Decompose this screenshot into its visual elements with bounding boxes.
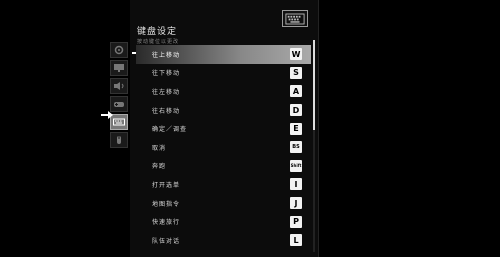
key-cap[interactable]: Shift: [290, 159, 302, 172]
binding-label: 往左移动: [152, 88, 181, 96]
gear-icon[interactable]: [110, 42, 128, 58]
key-binding-row[interactable]: 奔跑 Shift: [136, 157, 311, 176]
keyboard-icon: [282, 10, 308, 27]
key-cap[interactable]: S: [290, 66, 302, 79]
key-binding-row[interactable]: 队伍对话 L: [136, 231, 311, 250]
binding-label: 打开选单: [152, 181, 181, 189]
key-binding-row[interactable]: 往右移动 D: [136, 101, 311, 120]
page-subtitle: 按动键位以更改: [137, 39, 180, 45]
key-cap[interactable]: E: [290, 122, 302, 135]
key-binding-row[interactable]: 往下移动 S: [136, 64, 311, 83]
key-cap[interactable]: D: [290, 104, 302, 117]
key-binding-row[interactable]: 往左移动 A: [136, 82, 311, 101]
settings-category-sidebar: [110, 42, 130, 150]
binding-label: 往上移动: [152, 51, 181, 59]
mouse-icon[interactable]: [110, 132, 128, 148]
binding-label: 快速旅行: [152, 219, 181, 227]
binding-label: 往下移动: [152, 70, 181, 78]
key-binding-row[interactable]: 确定／调查 E: [136, 119, 311, 138]
binding-label: 往右移动: [152, 107, 181, 115]
key-binding-row[interactable]: 地图指令 J: [136, 194, 311, 213]
key-cap[interactable]: I: [290, 178, 302, 191]
binding-label: 确定／调查: [152, 126, 188, 134]
binding-label: 队伍对话: [152, 237, 181, 245]
panel-divider: [318, 0, 319, 257]
key-cap[interactable]: L: [290, 234, 302, 247]
key-binding-row[interactable]: 打开选单 I: [136, 175, 311, 194]
key-binding-list: 往上移动 W 往下移动 S 往左移动 A 往右移动 D 确定／调查 E 取消 B…: [136, 45, 311, 250]
monitor-icon[interactable]: [110, 60, 128, 76]
scrollbar-thumb[interactable]: [313, 40, 315, 130]
key-binding-row[interactable]: 取消 BS: [136, 138, 311, 157]
key-binding-row[interactable]: 快速旅行 P: [136, 212, 311, 231]
key-cap[interactable]: P: [290, 215, 302, 228]
binding-label: 奔跑: [152, 163, 167, 171]
page-title: 键盘设定: [137, 27, 178, 37]
scrollbar[interactable]: [313, 40, 315, 252]
key-binding-row[interactable]: 往上移动 W: [136, 45, 311, 64]
key-cap[interactable]: W: [290, 48, 302, 61]
speaker-icon[interactable]: [110, 78, 128, 94]
hand-pointer-icon: [101, 111, 113, 119]
key-cap[interactable]: A: [290, 85, 302, 98]
key-cap[interactable]: J: [290, 197, 302, 210]
key-cap[interactable]: BS: [290, 141, 302, 154]
binding-label: 取消: [152, 144, 167, 152]
binding-label: 地图指令: [152, 200, 181, 208]
